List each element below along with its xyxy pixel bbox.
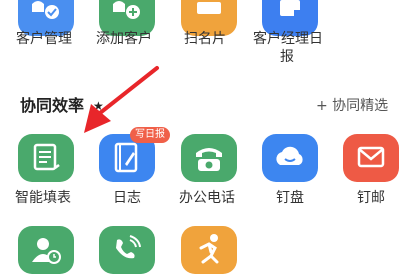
workbench-screen: 客户管理 添加客户 扫名片 客户经理日 报 协同效率 ★ + 协同精选 智能填表 bbox=[0, 0, 420, 280]
smart-form-tile[interactable] bbox=[18, 134, 74, 182]
cloud-drive-label: 钉盘 bbox=[276, 190, 304, 206]
running-man-icon bbox=[199, 234, 219, 264]
cloud-drive-tile[interactable] bbox=[262, 134, 318, 182]
form-doc-icon bbox=[33, 143, 60, 171]
star-icon[interactable]: ★ bbox=[93, 96, 104, 116]
log-label: 日志 bbox=[113, 190, 141, 206]
office-phone-tile[interactable] bbox=[181, 134, 237, 182]
manager-report-label-line2: 报 bbox=[280, 49, 294, 65]
mail-label: 钉邮 bbox=[357, 190, 385, 206]
contact-clock-tile[interactable] bbox=[18, 226, 74, 274]
customer-management-label: 客户管理 bbox=[16, 31, 72, 47]
running-man-tile[interactable] bbox=[181, 226, 237, 274]
mail-tile[interactable] bbox=[343, 134, 399, 182]
add-customer-label: 添加客户 bbox=[96, 31, 152, 47]
smart-form-label: 智能填表 bbox=[15, 190, 71, 206]
write-report-badge[interactable]: 写日报 bbox=[130, 127, 170, 143]
contact-clock-icon bbox=[32, 238, 61, 264]
scan-card-label: 扫名片 bbox=[184, 31, 226, 47]
mail-icon bbox=[357, 146, 385, 168]
video-call-icon bbox=[116, 235, 141, 259]
section-title: 协同效率 bbox=[20, 96, 85, 115]
cloud-drive-icon bbox=[276, 146, 303, 165]
video-call-tile[interactable] bbox=[99, 226, 155, 274]
office-phone-label: 办公电话 bbox=[179, 190, 235, 206]
office-phone-icon bbox=[196, 148, 222, 171]
manager-report-label-line1: 客户经理日 bbox=[253, 31, 323, 47]
collaboration-select-link[interactable]: + 协同精选 bbox=[316, 95, 388, 117]
